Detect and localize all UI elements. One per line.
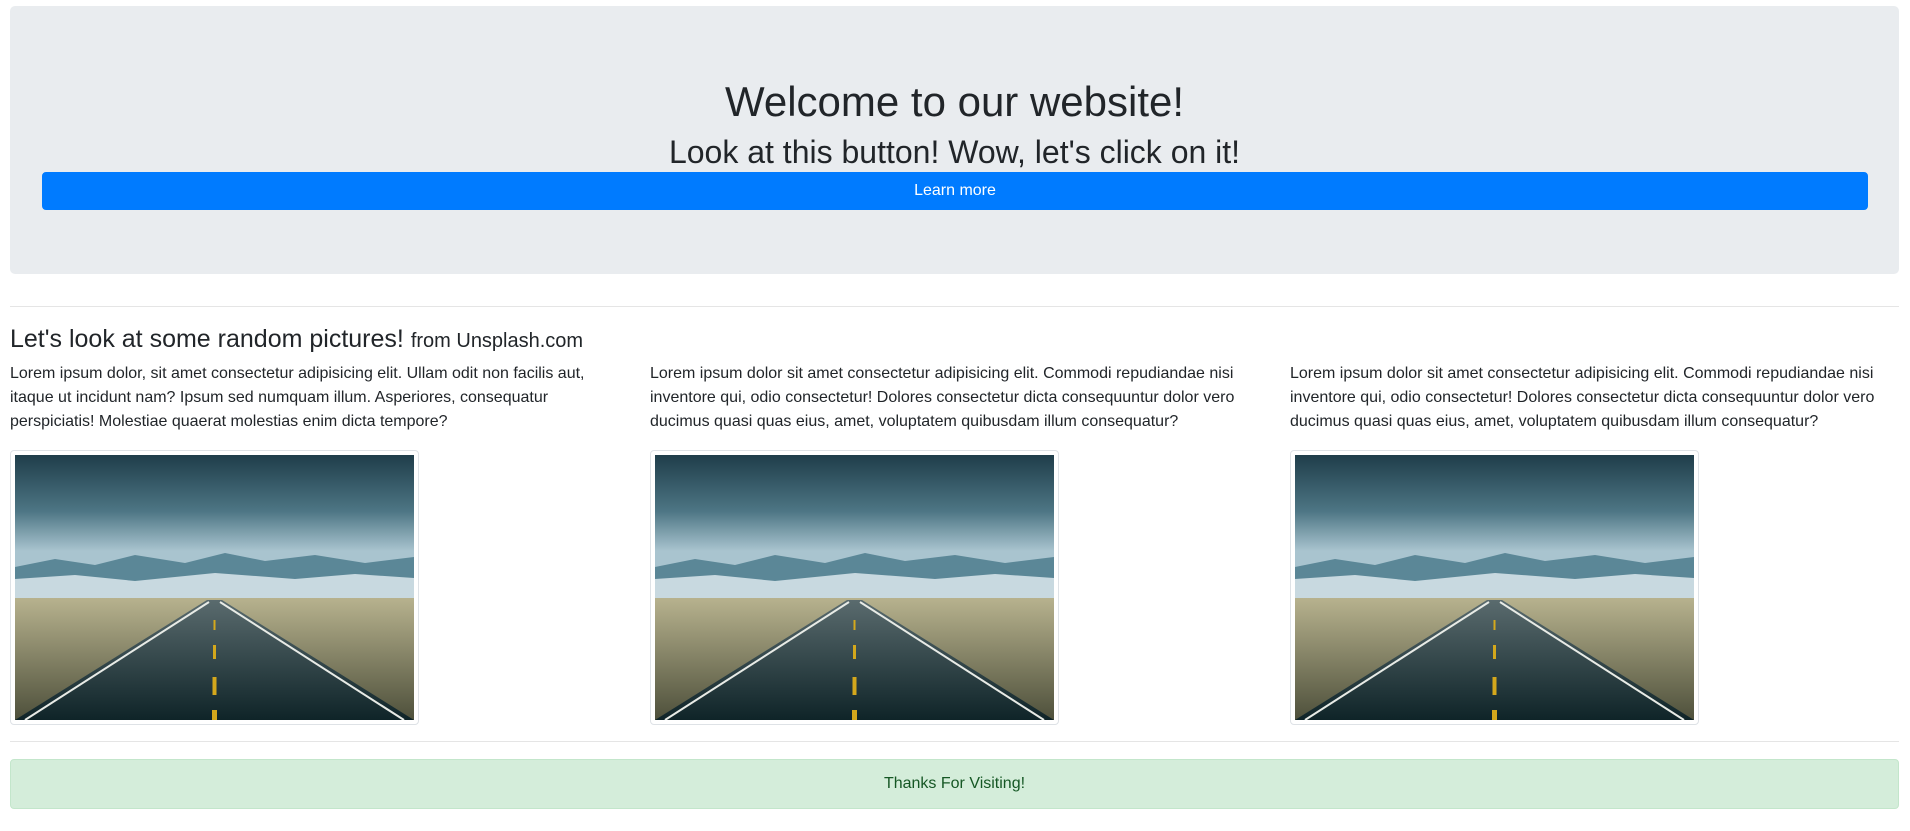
page: Welcome to our website! Look at this but… (0, 0, 1910, 831)
road-landscape-photo (650, 450, 1059, 725)
gallery-column-text: Lorem ipsum dolor, sit amet consectetur … (10, 365, 585, 430)
divider-bottom (10, 741, 1899, 742)
gallery-column-text: Lorem ipsum dolor sit amet consectetur a… (650, 365, 1235, 430)
gallery-column-1: Lorem ipsum dolor, sit amet consectetur … (10, 362, 610, 434)
learn-more-button[interactable]: Learn more (42, 172, 1868, 210)
hero-jumbotron: Welcome to our website! Look at this but… (10, 6, 1899, 274)
road-landscape-image (655, 455, 1054, 720)
hero-title: Welcome to our website! (724, 78, 1185, 125)
road-landscape-image (1295, 455, 1694, 720)
gallery-column-text: Lorem ipsum dolor sit amet consectetur a… (1290, 365, 1875, 430)
hero-subtitle: Look at this button! Wow, let's click on… (668, 134, 1241, 170)
road-landscape-photo (10, 450, 419, 725)
road-landscape-image (15, 455, 414, 720)
road-landscape-photo (1290, 450, 1699, 725)
divider-top (10, 306, 1899, 307)
gallery-title-source: from Unsplash.com (410, 330, 584, 352)
thanks-alert: Thanks For Visiting! (10, 759, 1899, 809)
gallery-column-2: Lorem ipsum dolor sit amet consectetur a… (650, 362, 1250, 434)
gallery-heading: Let's look at some random pictures! from… (10, 322, 583, 358)
gallery-title: Let's look at some random pictures! (10, 325, 404, 353)
gallery-column-3: Lorem ipsum dolor sit amet consectetur a… (1290, 362, 1890, 434)
